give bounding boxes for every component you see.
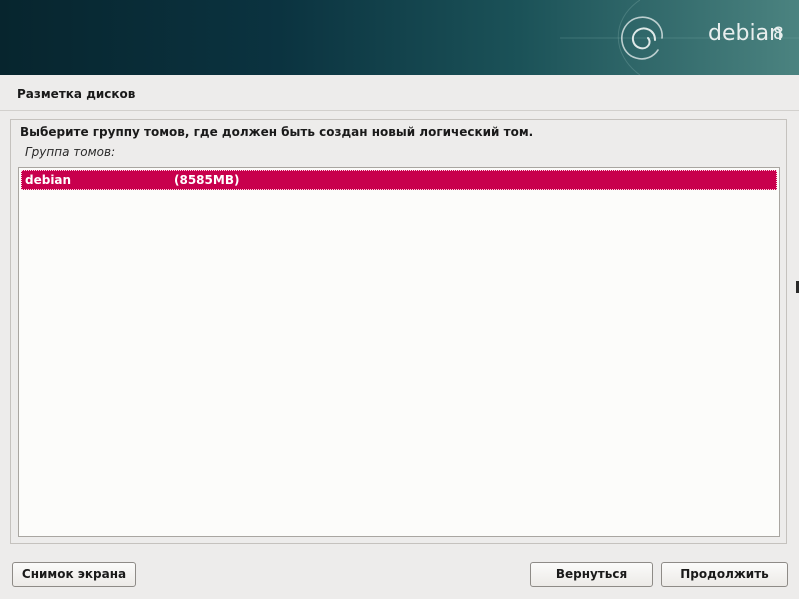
list-item-name: debian bbox=[25, 173, 72, 187]
list-item-size: (8585MB) bbox=[174, 173, 240, 187]
debian-logo-text: debian bbox=[708, 21, 784, 46]
volume-group-list[interactable]: debian (8585MB) bbox=[18, 167, 780, 537]
debian-version: 8 bbox=[773, 24, 784, 44]
title-divider bbox=[0, 110, 799, 111]
header-banner: debian 8 bbox=[0, 0, 799, 75]
back-button[interactable]: Вернуться bbox=[530, 562, 653, 587]
continue-button[interactable]: Продолжить bbox=[661, 562, 788, 587]
page-title: Разметка дисков bbox=[17, 87, 136, 101]
list-label: Группа томов: bbox=[25, 145, 116, 159]
screenshot-button[interactable]: Снимок экрана bbox=[12, 562, 136, 587]
banner-decoration bbox=[560, 0, 799, 75]
question-text: Выберите группу томов, где должен быть с… bbox=[20, 125, 534, 139]
list-item-debian[interactable]: debian (8585MB) bbox=[21, 170, 777, 190]
